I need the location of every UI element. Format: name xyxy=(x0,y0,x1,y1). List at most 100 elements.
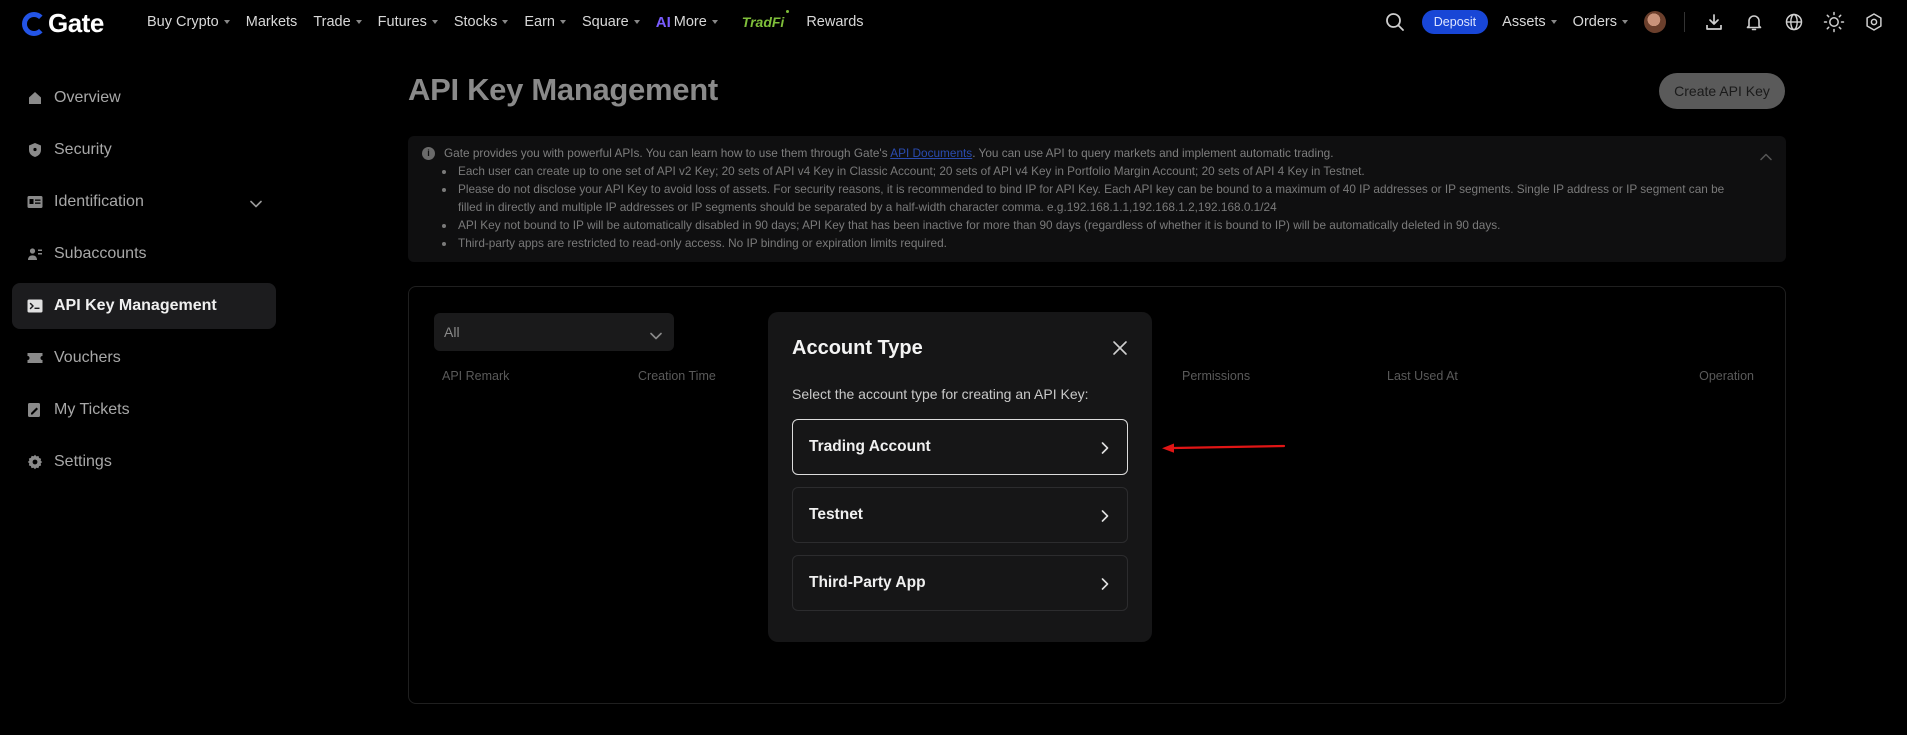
info-icon: i xyxy=(422,146,435,160)
option-label: Third-Party App xyxy=(809,574,926,591)
nav-item-tradfi[interactable]: TradFi xyxy=(741,10,790,30)
column-header: Creation Time xyxy=(638,369,716,383)
nav-item-assets[interactable]: Assets xyxy=(1502,14,1557,30)
info-bullet: API Key not bound to IP will be automati… xyxy=(442,216,1748,234)
sidebar-item-label: API Key Management xyxy=(54,297,217,314)
chevron-up-icon[interactable] xyxy=(1760,148,1772,166)
sidebar-item-settings[interactable]: Settings xyxy=(12,439,276,485)
api-info-notice: i Gate provides you with powerful APIs. … xyxy=(408,136,1786,262)
nav-item-futures[interactable]: Futures xyxy=(378,14,438,30)
tradfi-label: TradFi xyxy=(741,14,785,30)
nav-label: Markets xyxy=(245,14,298,30)
chevron-right-icon xyxy=(1101,577,1109,595)
account-type-modal: Account Type Select the account type for… xyxy=(768,312,1152,642)
column-header: Permissions xyxy=(1182,369,1251,383)
nav-label: Square xyxy=(581,14,629,30)
info-bullet: Third-party apps are restricted to read-… xyxy=(442,234,1748,252)
close-icon[interactable] xyxy=(1112,340,1128,356)
chevron-down-icon[interactable] xyxy=(250,195,262,213)
nav-label: Trade xyxy=(313,14,351,30)
info-intro: i Gate provides you with powerful APIs. … xyxy=(422,146,1772,160)
sidebar-item-label: Subaccounts xyxy=(54,245,147,262)
create-api-key-button[interactable]: Create API Key xyxy=(1659,73,1785,109)
sidebar-item-label: Overview xyxy=(54,89,121,106)
main-menu: Buy Crypto Markets Trade Futures Stocks … xyxy=(147,0,880,44)
globe-icon[interactable] xyxy=(1783,11,1805,33)
id-card-icon xyxy=(26,193,44,211)
avatar[interactable] xyxy=(1644,11,1666,33)
option-label: Trading Account xyxy=(809,438,931,455)
tickets-edit-icon xyxy=(26,401,44,419)
bell-icon[interactable] xyxy=(1743,11,1765,33)
account-filter-select[interactable]: All xyxy=(434,313,674,351)
info-intro-before: Gate provides you with powerful APIs. Yo… xyxy=(444,146,891,160)
nav-label: Assets xyxy=(1502,14,1546,30)
option-third-party-app[interactable]: Third-Party App xyxy=(792,555,1128,611)
download-icon[interactable] xyxy=(1703,11,1725,33)
nav-item-stocks[interactable]: Stocks xyxy=(454,14,509,30)
nav-label: Futures xyxy=(377,14,427,30)
column-header: API Remark xyxy=(442,369,510,383)
sidebar-item-label: Identification xyxy=(54,193,144,210)
nav-item-buy-crypto[interactable]: Buy Crypto xyxy=(147,14,230,30)
nav-item-markets[interactable]: Markets xyxy=(246,14,298,30)
ai-icon: AI xyxy=(655,13,671,31)
column-header: Operation xyxy=(1699,369,1754,383)
sidebar-item-label: Security xyxy=(54,141,112,158)
api-terminal-icon xyxy=(26,297,44,315)
caret-down-icon xyxy=(559,20,566,24)
search-icon[interactable] xyxy=(1384,11,1406,33)
nav-item-square[interactable]: Square xyxy=(582,14,640,30)
sidebar-item-label: My Tickets xyxy=(54,401,130,418)
nav-label: Earn xyxy=(524,14,555,30)
nav-item-trade[interactable]: Trade xyxy=(313,14,362,30)
users-icon xyxy=(26,245,44,263)
option-testnet[interactable]: Testnet xyxy=(792,487,1128,543)
option-label: Testnet xyxy=(809,506,863,523)
caret-down-icon xyxy=(1550,20,1557,24)
caret-down-icon xyxy=(355,20,362,24)
nav-item-orders[interactable]: Orders xyxy=(1573,14,1628,30)
gate-logo-icon xyxy=(22,11,46,36)
modal-title: Account Type xyxy=(792,337,923,359)
sidebar-item-overview[interactable]: Overview xyxy=(12,75,276,121)
caret-down-icon xyxy=(223,20,230,24)
sidebar-item-api-key-management[interactable]: API Key Management xyxy=(12,283,276,329)
caret-down-icon xyxy=(633,20,640,24)
sidebar-item-label: Settings xyxy=(54,453,112,470)
sidebar-item-identification[interactable]: Identification xyxy=(12,179,276,225)
sidebar-item-vouchers[interactable]: Vouchers xyxy=(12,335,276,381)
tradfi-logo: TradFi xyxy=(741,10,790,30)
modal-subtitle: Select the account type for creating an … xyxy=(792,386,1089,402)
logo-text: Gate xyxy=(48,8,104,38)
sidebar-item-subaccounts[interactable]: Subaccounts xyxy=(12,231,276,277)
info-intro-after: . You can use API to query markets and i… xyxy=(972,146,1334,160)
home-icon xyxy=(26,89,44,107)
sidebar-item-security[interactable]: Security xyxy=(12,127,276,173)
sidebar-item-my-tickets[interactable]: My Tickets xyxy=(12,387,276,433)
nav-item-rewards[interactable]: Rewards xyxy=(806,14,863,30)
deposit-button[interactable]: Deposit xyxy=(1421,10,1489,34)
settings-hexagon-icon[interactable] xyxy=(1863,11,1885,33)
sidebar-item-label: Vouchers xyxy=(54,349,121,366)
nav-label: More xyxy=(673,14,707,30)
page-title: API Key Management xyxy=(408,72,718,107)
option-trading-account[interactable]: Trading Account xyxy=(792,419,1128,475)
caret-down-icon xyxy=(502,20,509,24)
caret-down-icon xyxy=(431,20,438,24)
nav-label: Stocks xyxy=(453,14,498,30)
top-navigation: Gate Buy Crypto Markets Trade Futures St… xyxy=(0,0,1907,44)
nav-label: Orders xyxy=(1572,14,1617,30)
nav-right-actions: Deposit Assets Orders xyxy=(1384,0,1907,44)
info-intro-text: Gate provides you with powerful APIs. Yo… xyxy=(444,146,1334,160)
caret-down-icon xyxy=(1622,20,1628,24)
nav-item-more[interactable]: AI More xyxy=(656,14,718,31)
annotation-arrow-icon xyxy=(1162,443,1286,453)
info-bullet: Please do not disclose your API Key to a… xyxy=(442,180,1748,216)
info-bullet: Each user can create up to one set of AP… xyxy=(442,162,1748,180)
api-documents-link[interactable]: API Documents xyxy=(890,146,972,160)
divider xyxy=(1684,12,1685,32)
gate-logo[interactable]: Gate xyxy=(22,8,104,39)
nav-item-earn[interactable]: Earn xyxy=(524,14,566,30)
sun-theme-icon[interactable] xyxy=(1823,11,1845,33)
